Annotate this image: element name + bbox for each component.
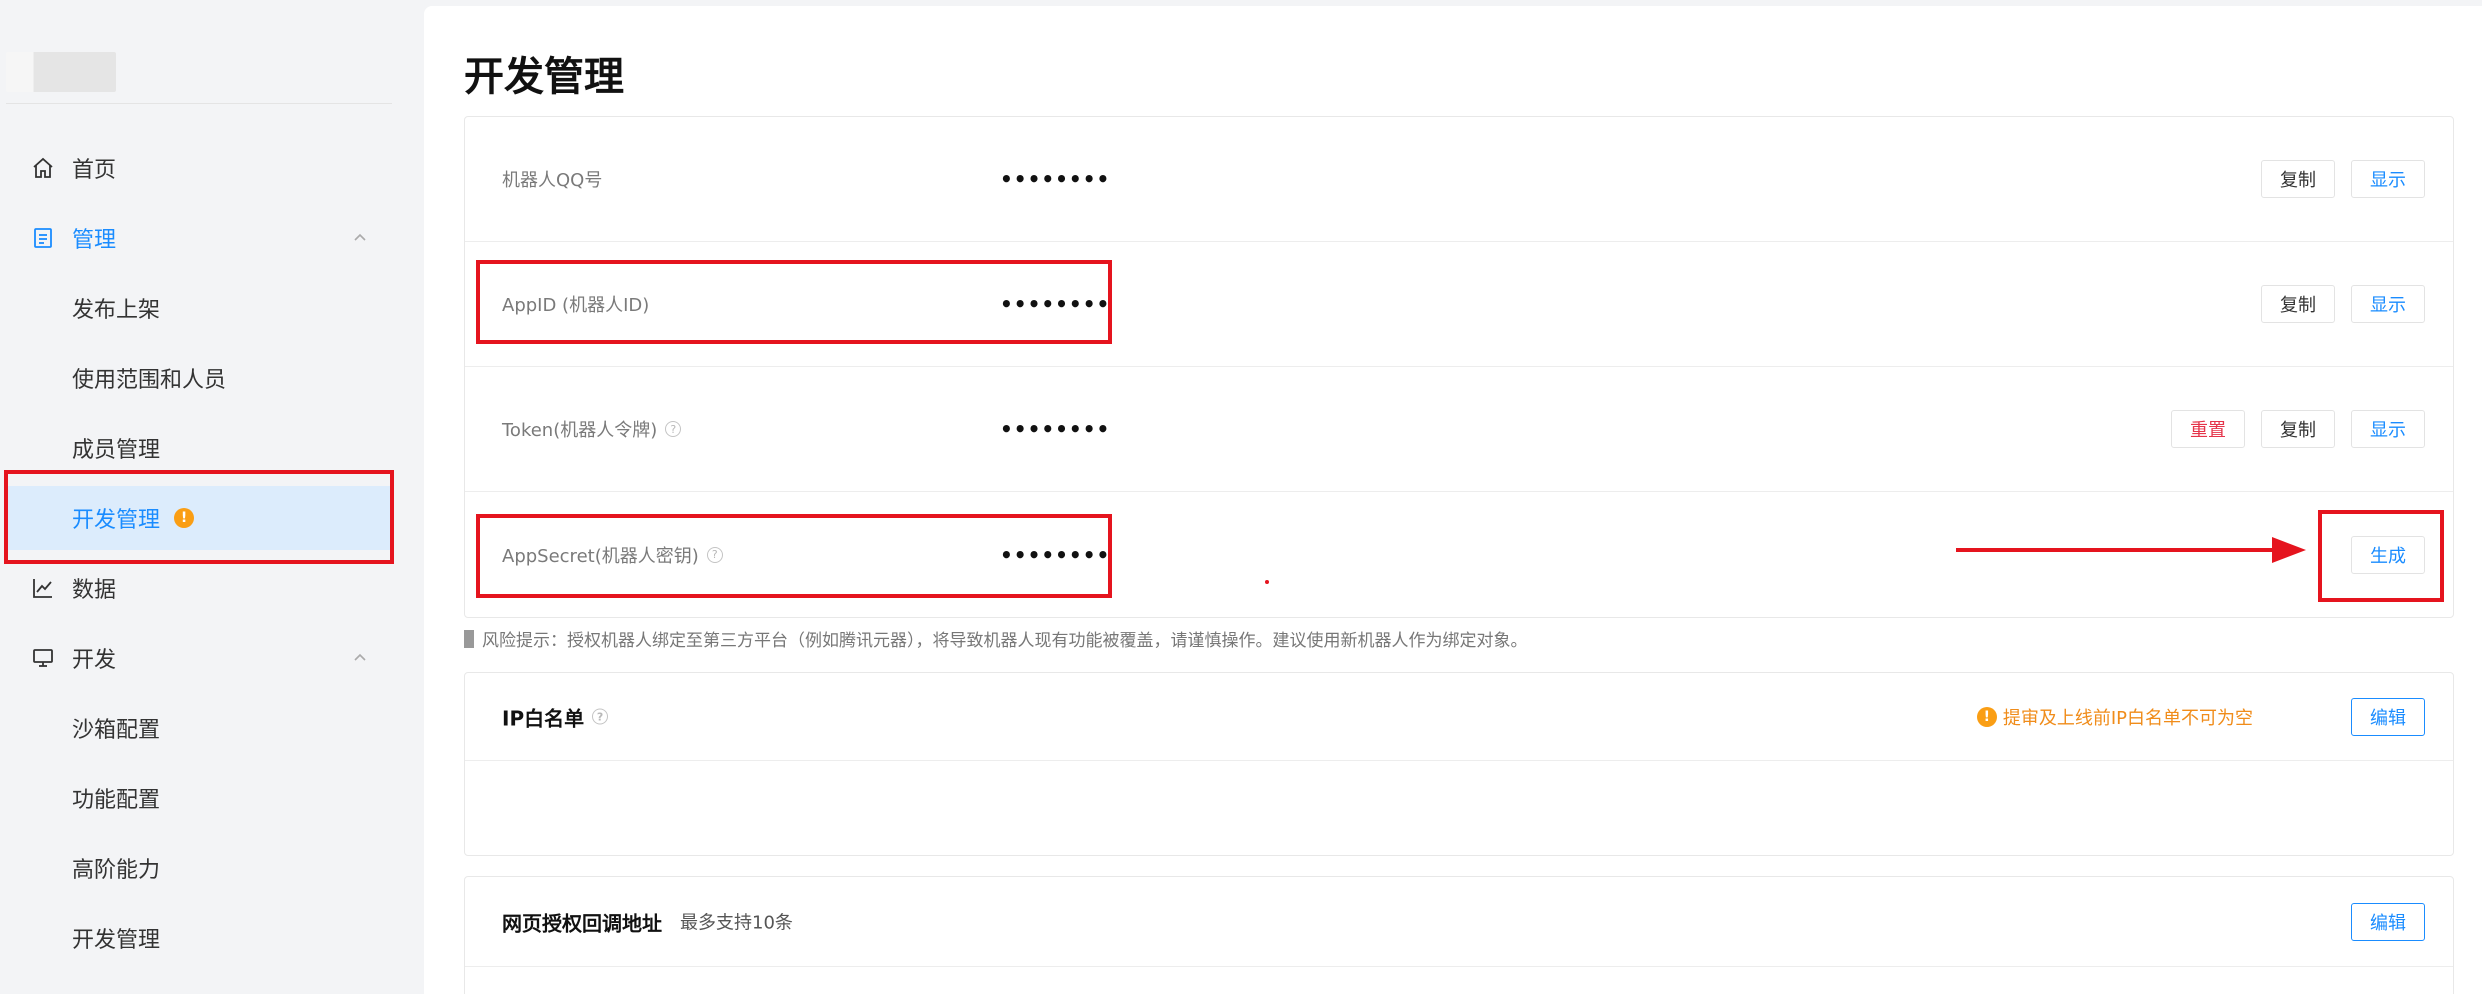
annotation-dot bbox=[1265, 580, 1269, 584]
help-icon[interactable]: ? bbox=[706, 546, 723, 563]
sidebar: 首页 管理 发布上架 使用范围和人员 成员管理 开发管理 ! 数据 开发 沙箱配… bbox=[0, 0, 410, 994]
credential-row-token: Token(机器人令牌) ? •••••••• 重置 复制 显示 bbox=[465, 367, 2453, 492]
sidebar-item-home[interactable]: 首页 bbox=[0, 136, 392, 200]
sidebar-item-label: 沙箱配置 bbox=[72, 718, 161, 743]
generate-button[interactable]: 生成 bbox=[2351, 535, 2425, 574]
edit-button[interactable]: 编辑 bbox=[2351, 902, 2425, 941]
card-title-text: 网页授权回调地址 bbox=[502, 911, 662, 935]
credential-label: AppSecret(机器人密钥) ? bbox=[502, 542, 723, 568]
warning-badge-icon: ! bbox=[174, 508, 195, 528]
sidebar-item-label: 使用范围和人员 bbox=[72, 368, 227, 393]
sidebar-item-features[interactable]: 功能配置 bbox=[0, 766, 392, 830]
credential-value: •••••••• bbox=[1000, 167, 1111, 191]
sidebar-item-label: 开发管理 bbox=[72, 508, 161, 533]
sidebar-divider bbox=[6, 103, 392, 104]
card-header: IP白名单 ? ! 提审及上线前IP白名单不可为空 编辑 bbox=[465, 673, 2453, 761]
sidebar-item-dev-manage-2[interactable]: 开发管理 bbox=[0, 906, 392, 970]
credential-row-appid: AppID (机器人ID) •••••••• 复制 显示 bbox=[465, 242, 2453, 367]
credential-value: •••••••• bbox=[1000, 292, 1111, 316]
card-title: IP白名单 ? bbox=[502, 702, 609, 731]
credential-label-text: AppSecret(机器人密钥) bbox=[502, 545, 699, 567]
card-subtitle: 最多支持10条 bbox=[680, 912, 793, 934]
card-header: 网页授权回调地址 最多支持10条 编辑 bbox=[465, 877, 2453, 967]
warning-icon: ! bbox=[1976, 706, 1997, 727]
chart-icon bbox=[30, 575, 56, 601]
credential-label-text: Token(机器人令牌) bbox=[502, 420, 658, 441]
risk-note: 风险提示：授权机器人绑定至第三方平台（例如腾讯元器），将导致机器人现有功能被覆盖… bbox=[464, 626, 1528, 651]
sidebar-item-label: 管理 bbox=[72, 228, 117, 253]
help-icon[interactable]: ? bbox=[592, 708, 609, 725]
main-panel: 开发管理 机器人QQ号 •••••••• 复制 显示 AppID (机器人ID)… bbox=[424, 6, 2482, 994]
show-button[interactable]: 显示 bbox=[2351, 160, 2425, 198]
sidebar-item-dev-manage[interactable]: 开发管理 ! bbox=[8, 486, 392, 550]
credential-label: 机器人QQ号 bbox=[502, 170, 603, 191]
credential-label: AppID (机器人ID) bbox=[502, 295, 650, 316]
risk-note-text: 风险提示：授权机器人绑定至第三方平台（例如腾讯元器），将导致机器人现有功能被覆盖… bbox=[482, 631, 1528, 651]
sidebar-item-label: 成员管理 bbox=[72, 438, 161, 463]
card-title-text: IP白名单 bbox=[502, 706, 585, 730]
copy-button[interactable]: 复制 bbox=[2261, 410, 2335, 448]
sidebar-item-publish[interactable]: 发布上架 bbox=[0, 276, 392, 340]
credential-label: Token(机器人令牌) ? bbox=[502, 416, 682, 442]
sidebar-item-scope[interactable]: 使用范围和人员 bbox=[0, 346, 392, 410]
annotation-arrow bbox=[1956, 548, 2300, 552]
sidebar-item-label: 数据 bbox=[72, 578, 117, 603]
sidebar-item-label: 开发管理 bbox=[72, 928, 161, 953]
document-icon bbox=[30, 225, 56, 251]
copy-button[interactable]: 复制 bbox=[2261, 285, 2335, 323]
credential-value: •••••••• bbox=[1000, 542, 1111, 567]
app-logo bbox=[6, 52, 116, 92]
sidebar-item-label: 首页 bbox=[72, 158, 117, 183]
sidebar-item-members[interactable]: 成员管理 bbox=[0, 416, 392, 480]
credential-row-qq: 机器人QQ号 •••••••• 复制 显示 bbox=[465, 117, 2453, 242]
reset-button[interactable]: 重置 bbox=[2171, 410, 2245, 448]
sidebar-item-label: 功能配置 bbox=[72, 788, 161, 813]
web-callback-card: 网页授权回调地址 最多支持10条 编辑 bbox=[464, 876, 2454, 994]
chevron-up-icon[interactable] bbox=[350, 648, 370, 668]
card-title: 网页授权回调地址 最多支持10条 bbox=[502, 907, 793, 936]
ip-whitelist-card: IP白名单 ? ! 提审及上线前IP白名单不可为空 编辑 bbox=[464, 672, 2454, 856]
credential-row-appsecret: AppSecret(机器人密钥) ? •••••••• 生成 bbox=[465, 492, 2453, 617]
ip-warning: ! 提审及上线前IP白名单不可为空 bbox=[1976, 704, 2253, 730]
sidebar-item-advanced[interactable]: 高阶能力 bbox=[0, 836, 392, 900]
ip-warning-text: 提审及上线前IP白名单不可为空 bbox=[2002, 707, 2253, 729]
sidebar-item-label: 发布上架 bbox=[72, 298, 161, 323]
home-icon bbox=[30, 155, 56, 181]
chevron-up-icon[interactable] bbox=[350, 228, 370, 248]
page-title: 开发管理 bbox=[464, 54, 624, 100]
monitor-icon bbox=[30, 645, 56, 671]
sidebar-item-sandbox[interactable]: 沙箱配置 bbox=[0, 696, 392, 760]
sidebar-item-label: 高阶能力 bbox=[72, 858, 161, 883]
annotation-arrow-head bbox=[2272, 537, 2306, 563]
show-button[interactable]: 显示 bbox=[2351, 410, 2425, 448]
credential-value: •••••••• bbox=[1000, 417, 1111, 441]
sidebar-item-label: 开发 bbox=[72, 648, 117, 673]
sidebar-item-manage[interactable]: 管理 bbox=[0, 206, 392, 270]
sidebar-item-data[interactable]: 数据 bbox=[0, 556, 392, 620]
help-icon[interactable]: ? bbox=[665, 421, 682, 437]
copy-button[interactable]: 复制 bbox=[2261, 160, 2335, 198]
edit-button[interactable]: 编辑 bbox=[2351, 697, 2425, 736]
credentials-card: 机器人QQ号 •••••••• 复制 显示 AppID (机器人ID) ••••… bbox=[464, 116, 2454, 618]
note-bar-icon bbox=[464, 629, 474, 648]
sidebar-item-develop[interactable]: 开发 bbox=[0, 626, 392, 690]
show-button[interactable]: 显示 bbox=[2351, 285, 2425, 323]
